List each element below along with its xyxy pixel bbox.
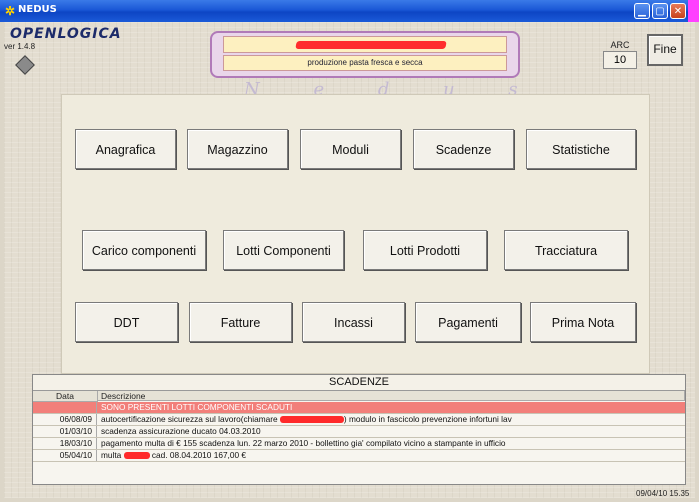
- close-button[interactable]: ✕: [670, 3, 686, 19]
- alert-text: SONO PRESENTI LOTTI COMPONENTI SCADUTI: [101, 402, 293, 412]
- fine-button[interactable]: Fine: [647, 34, 683, 66]
- redacted-company-name: [295, 41, 447, 49]
- row-description: pagamento multa di € 155 scadenza lun. 2…: [101, 438, 506, 448]
- pagamenti-button[interactable]: Pagamenti: [415, 302, 521, 342]
- row-date: 18/03/10: [33, 438, 97, 449]
- maximize-icon: ▢: [655, 6, 665, 17]
- title-bar[interactable]: ✲ NEDUS ▁ ▢ ✕: [0, 0, 699, 22]
- table-row[interactable]: 18/03/10 pagamento multa di € 155 scaden…: [33, 438, 685, 450]
- magazzino-button[interactable]: Magazzino: [187, 129, 288, 169]
- carico-componenti-button[interactable]: Carico componenti: [82, 230, 206, 270]
- maximize-button[interactable]: ▢: [652, 3, 668, 19]
- close-icon: ✕: [673, 6, 683, 17]
- ddt-button[interactable]: DDT: [75, 302, 178, 342]
- minimize-button[interactable]: ▁: [634, 3, 650, 19]
- lotti-prodotti-button[interactable]: Lotti Prodotti: [363, 230, 487, 270]
- moduli-button[interactable]: Moduli: [300, 129, 401, 169]
- scadenze-button[interactable]: Scadenze: [413, 129, 514, 169]
- company-subtitle: produzione pasta fresca e secca: [223, 55, 507, 71]
- version-label: ver 1.4.8: [4, 42, 36, 51]
- table-row[interactable]: 06/08/09 autocertificazione sicurezza su…: [33, 414, 685, 426]
- incassi-button[interactable]: Incassi: [302, 302, 405, 342]
- column-header-data[interactable]: Data: [33, 391, 98, 402]
- arc-value[interactable]: 10: [603, 51, 637, 69]
- tracciatura-button[interactable]: Tracciatura: [504, 230, 628, 270]
- prima-nota-button[interactable]: Prima Nota: [530, 302, 636, 342]
- table-row[interactable]: 05/04/10 multa cad. 08.04.2010 167,00 €: [33, 450, 685, 462]
- status-datetime: 09/04/10 15.35: [636, 489, 690, 498]
- nedus-app-icon: ✲: [5, 4, 16, 18]
- arc-box: ARC 10: [598, 40, 642, 69]
- row-date: 01/03/10: [33, 426, 97, 437]
- app-window: ✲ NEDUS ▁ ▢ ✕ OPENLOGICA ver 1.4.8 produ…: [0, 0, 699, 502]
- overlay-marker: [688, 0, 699, 22]
- row-description: autocertificazione sicurezza sul lavoro(…: [101, 414, 512, 424]
- redacted-name: [279, 416, 344, 424]
- company-header: produzione pasta fresca e secca: [210, 31, 520, 78]
- minimize-icon: ▁: [638, 6, 646, 17]
- statistiche-button[interactable]: Statistiche: [526, 129, 636, 169]
- table-row[interactable]: 01/03/10 scadenza assicurazione ducato 0…: [33, 426, 685, 438]
- row-date: 05/04/10: [33, 450, 97, 461]
- redacted-plate: [123, 452, 150, 460]
- menu-panel: Anagrafica Magazzino Moduli Scadenze Sta…: [61, 94, 650, 374]
- scadenze-panel: SCADENZE Data Descrizione SONO PRESENTI …: [32, 374, 686, 485]
- openlogica-logo: OPENLOGICA: [10, 26, 122, 42]
- row-date: 06/08/09: [33, 414, 97, 425]
- row-description: multa cad. 08.04.2010 167,00 €: [101, 450, 247, 460]
- alert-date: [33, 402, 97, 413]
- main-area: OPENLOGICA ver 1.4.8 produzione pasta fr…: [4, 22, 695, 498]
- lotti-componenti-button[interactable]: Lotti Componenti: [223, 230, 344, 270]
- diamond-icon[interactable]: [15, 55, 35, 75]
- alert-row[interactable]: SONO PRESENTI LOTTI COMPONENTI SCADUTI: [33, 402, 685, 414]
- arc-label: ARC: [610, 40, 630, 50]
- fatture-button[interactable]: Fatture: [189, 302, 292, 342]
- row-description: scadenza assicurazione ducato 04.03.2010: [101, 426, 261, 436]
- anagrafica-button[interactable]: Anagrafica: [75, 129, 176, 169]
- column-header-descrizione[interactable]: Descrizione: [98, 391, 685, 401]
- scadenze-title: SCADENZE: [33, 375, 685, 391]
- window-title: NEDUS: [18, 4, 57, 15]
- company-name-field: [223, 36, 507, 53]
